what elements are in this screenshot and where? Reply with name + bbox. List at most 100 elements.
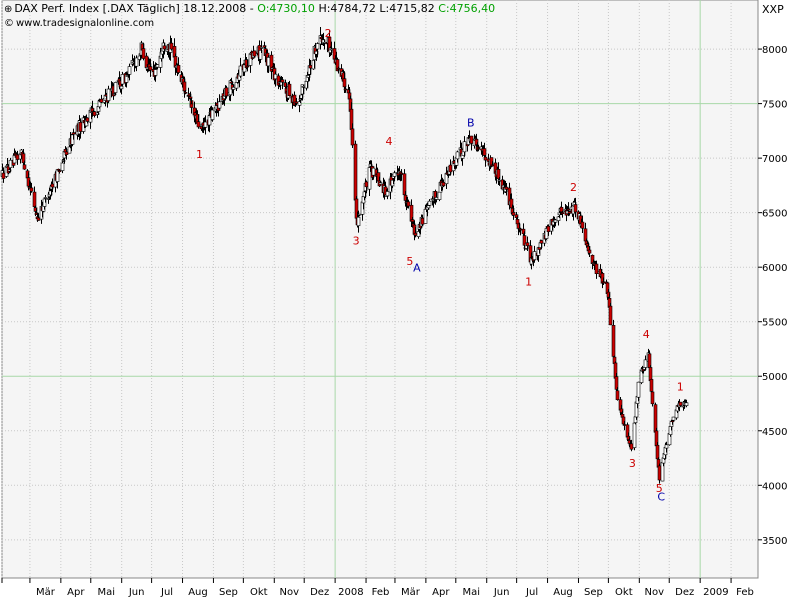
candle-body bbox=[294, 101, 299, 104]
candle-body bbox=[15, 154, 20, 160]
y-tick-label: 4000 bbox=[762, 481, 787, 492]
candle-body bbox=[413, 232, 418, 236]
candle-body bbox=[176, 65, 181, 73]
y-tick-label: 4500 bbox=[762, 427, 787, 438]
candle-body bbox=[580, 221, 585, 229]
candle-body bbox=[266, 57, 271, 67]
candle-body bbox=[567, 211, 572, 214]
close-value: C:4756,40 bbox=[438, 2, 496, 15]
wave-label: B bbox=[467, 117, 475, 130]
x-tick-label: Mär bbox=[401, 587, 421, 598]
candle-body bbox=[364, 181, 369, 188]
candle-body bbox=[420, 217, 425, 225]
candle-body bbox=[497, 179, 502, 182]
candle-body bbox=[169, 42, 174, 50]
candle-body bbox=[217, 101, 222, 109]
candle-body bbox=[515, 219, 520, 225]
x-tick-label: Jul bbox=[160, 587, 173, 598]
x-tick-label: Sep bbox=[219, 587, 238, 598]
candle-body bbox=[437, 191, 442, 200]
candle-body bbox=[134, 57, 139, 67]
candle-body bbox=[655, 444, 660, 460]
candle-body bbox=[462, 141, 467, 153]
candle-body bbox=[155, 64, 160, 68]
candle-body bbox=[273, 73, 278, 80]
candle-body bbox=[342, 78, 347, 88]
x-tick-label: Apr bbox=[67, 587, 85, 598]
candle-body bbox=[469, 135, 474, 144]
candle-body bbox=[224, 87, 229, 97]
candle-body bbox=[406, 201, 411, 207]
candle-body bbox=[504, 186, 509, 190]
candle-body bbox=[615, 390, 620, 401]
x-tick-label: Dez bbox=[675, 587, 694, 598]
x-tick-label: 2008 bbox=[338, 587, 363, 598]
candle-body bbox=[601, 281, 606, 284]
y-tick-label: 5000 bbox=[762, 372, 787, 383]
candle-body bbox=[622, 424, 627, 426]
candle-body bbox=[189, 103, 194, 108]
y-tick-label: 6000 bbox=[762, 263, 787, 274]
candle-body bbox=[608, 305, 613, 326]
candle-body bbox=[43, 197, 48, 199]
candle-body bbox=[427, 200, 432, 206]
candle-body bbox=[629, 443, 634, 450]
candle-body bbox=[553, 219, 558, 223]
candle-body bbox=[664, 444, 669, 449]
candle-body bbox=[1, 172, 6, 179]
y-tick-label: 7000 bbox=[762, 154, 787, 165]
x-tick-label: Aug bbox=[553, 587, 573, 598]
copyright-icon: © bbox=[4, 18, 14, 29]
candle-body bbox=[196, 121, 201, 128]
pin-icon[interactable]: ⊕ bbox=[4, 4, 12, 15]
x-tick-label: Feb bbox=[372, 587, 390, 598]
candle-body bbox=[36, 217, 41, 221]
x-tick-label: Sep bbox=[584, 587, 603, 598]
candle-body bbox=[127, 66, 132, 75]
candle-body bbox=[632, 422, 637, 448]
x-tick-label: Mai bbox=[97, 587, 115, 598]
candle-body bbox=[594, 263, 599, 274]
wave-label: 3 bbox=[353, 234, 360, 247]
high-value: H:4784,72 bbox=[318, 2, 376, 15]
candle-body bbox=[153, 69, 158, 76]
candle-body bbox=[356, 216, 361, 227]
y-tick-label: 7500 bbox=[762, 100, 787, 111]
candle-body bbox=[483, 156, 488, 161]
candle-body bbox=[353, 143, 358, 201]
candle-body bbox=[106, 88, 111, 101]
candle-body bbox=[532, 251, 537, 260]
wave-label: C bbox=[657, 491, 665, 504]
candle-body bbox=[50, 183, 55, 188]
candle-body bbox=[650, 391, 655, 405]
candle-body bbox=[64, 151, 69, 155]
candle-body bbox=[410, 219, 415, 223]
x-tick-label: Aug bbox=[188, 587, 208, 598]
candle-body bbox=[649, 379, 654, 392]
candle-body bbox=[392, 172, 397, 177]
candle-body bbox=[210, 109, 215, 120]
candle-body bbox=[560, 212, 565, 214]
candle-body bbox=[525, 242, 530, 247]
candle-body bbox=[301, 85, 306, 88]
candle-body bbox=[434, 197, 439, 200]
candle-body bbox=[308, 65, 313, 69]
candle-body bbox=[684, 402, 689, 406]
candle-body bbox=[231, 87, 236, 90]
candle-body bbox=[490, 164, 495, 167]
x-tick-label: Feb bbox=[736, 587, 754, 598]
candle-body bbox=[343, 88, 348, 91]
x-tick-label: 2009 bbox=[703, 587, 728, 598]
candle-body bbox=[322, 41, 327, 44]
candle-body bbox=[371, 167, 376, 176]
candle-body bbox=[183, 92, 188, 94]
x-tick-label: Okt bbox=[250, 587, 268, 598]
candle-body bbox=[448, 164, 453, 173]
wave-label: 4 bbox=[385, 135, 392, 148]
candle-body bbox=[350, 128, 355, 146]
candle-body bbox=[120, 74, 125, 85]
x-tick-label: Nov bbox=[645, 587, 665, 598]
x-tick-label: Jun bbox=[493, 587, 510, 598]
candle-body bbox=[85, 117, 90, 122]
candle-body bbox=[611, 325, 616, 357]
